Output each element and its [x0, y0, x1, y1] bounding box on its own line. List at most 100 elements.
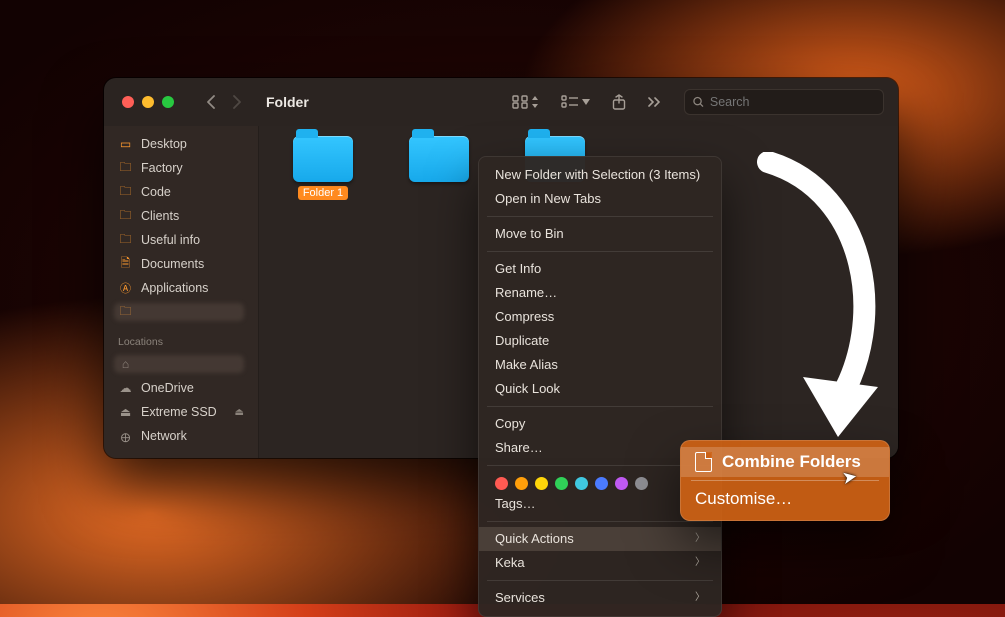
label: Quick Actions [495, 530, 574, 548]
tag-cyan[interactable] [575, 477, 588, 490]
close-button[interactable] [122, 96, 134, 108]
sidebar-section-locations: Locations [112, 336, 250, 352]
menu-quick-actions[interactable]: Quick Actions 〉 [479, 527, 721, 551]
sidebar-item-useful-info[interactable]: 🗀 Useful info [112, 228, 250, 252]
sidebar: ▭ Desktop 🗀 Factory 🗀 Code 🗀 Clients 🗀 Useful… [104, 126, 259, 458]
back-button[interactable] [206, 95, 215, 109]
menu-rename[interactable]: Rename… [479, 281, 721, 305]
menu-separator [691, 480, 879, 481]
sidebar-item-label: Applications [141, 281, 208, 295]
group-by-icon[interactable] [561, 95, 590, 109]
traffic-lights [122, 96, 174, 108]
menu-keka[interactable]: Keka 〉 [479, 551, 721, 575]
menu-compress[interactable]: Compress [479, 305, 721, 329]
document-icon: 🗎 [118, 254, 133, 275]
document-icon [695, 452, 712, 472]
sidebar-location-extreme-ssd[interactable]: ⏏ Extreme SSD ⏏ [112, 400, 250, 424]
label: Customise… [695, 489, 792, 509]
search-field[interactable] [684, 89, 884, 115]
menu-separator [487, 580, 713, 581]
tag-orange[interactable] [515, 477, 528, 490]
chevron-right-icon: 〉 [695, 554, 705, 572]
folder-icon: 🗀 [118, 182, 133, 203]
menu-new-folder-with-selection[interactable]: New Folder with Selection (3 Items) [479, 163, 721, 187]
tag-red[interactable] [495, 477, 508, 490]
folder-icon [409, 136, 469, 182]
folder-icon: 🗀 [118, 206, 133, 227]
tag-yellow[interactable] [535, 477, 548, 490]
drive-icon: ⏏ [118, 405, 133, 419]
laptop-icon: ⌂ [118, 357, 133, 371]
menu-move-to-bin[interactable]: Move to Bin [479, 222, 721, 246]
toolbar-icons [512, 94, 660, 110]
chevron-right-icon: 〉 [695, 530, 705, 548]
sidebar-item-label: Extreme SSD [141, 405, 217, 419]
sidebar-item-clients[interactable]: 🗀 Clients [112, 204, 250, 228]
folder-item[interactable]: Folder 1 [291, 136, 355, 200]
view-icon-grid[interactable] [512, 95, 539, 109]
submenu-customise[interactable]: Customise… [681, 484, 889, 514]
share-icon[interactable] [612, 94, 626, 110]
sidebar-item-label: Code [141, 185, 171, 199]
sidebar-item-factory[interactable]: 🗀 Factory [112, 156, 250, 180]
menu-separator [487, 406, 713, 407]
titlebar: Folder [104, 78, 898, 126]
desktop-icon: ▭ [118, 137, 133, 151]
sidebar-item-label: Desktop [141, 137, 187, 151]
sidebar-location-redacted[interactable]: ⌂ hidden [112, 352, 250, 376]
eject-icon[interactable]: ⏏ [235, 407, 244, 418]
sidebar-item-label: Factory [141, 161, 183, 175]
menu-open-in-new-tabs[interactable]: Open in New Tabs [479, 187, 721, 211]
menu-quick-look[interactable]: Quick Look [479, 377, 721, 401]
sidebar-item-label: OneDrive [141, 381, 194, 395]
overflow-icon[interactable] [648, 97, 660, 107]
sidebar-location-onedrive[interactable]: ☁ OneDrive [112, 376, 250, 400]
menu-services[interactable]: Services 〉 [479, 586, 721, 610]
sidebar-item-code[interactable]: 🗀 Code [112, 180, 250, 204]
submenu-combine-folders[interactable]: Combine Folders [681, 447, 889, 477]
tag-blue[interactable] [595, 477, 608, 490]
cloud-icon: ☁ [118, 381, 133, 395]
label: Combine Folders [722, 452, 861, 472]
menu-copy[interactable]: Copy [479, 412, 721, 436]
sidebar-location-network[interactable]: 🜨 Network [112, 424, 250, 448]
sidebar-item-redacted[interactable]: 🗀 hidden [112, 300, 250, 324]
search-icon [693, 96, 704, 108]
menu-make-alias[interactable]: Make Alias [479, 353, 721, 377]
minimize-button[interactable] [142, 96, 154, 108]
applications-icon: Ⓐ [118, 280, 133, 296]
sidebar-item-documents[interactable]: 🗎 Documents [112, 252, 250, 276]
search-input[interactable] [710, 95, 875, 109]
sidebar-item-label: hidden [141, 357, 179, 371]
sidebar-item-label: Network [141, 429, 187, 443]
menu-separator [487, 521, 713, 522]
quick-actions-submenu: Combine Folders Customise… [680, 440, 890, 521]
sidebar-item-label: hidden [141, 305, 179, 319]
menu-separator [487, 251, 713, 252]
tag-green[interactable] [555, 477, 568, 490]
folder-label: Folder 1 [298, 186, 348, 200]
menu-duplicate[interactable]: Duplicate [479, 329, 721, 353]
folder-icon [293, 136, 353, 182]
sidebar-item-desktop[interactable]: ▭ Desktop [112, 132, 250, 156]
sidebar-item-label: Documents [141, 257, 204, 271]
label: Keka [495, 554, 525, 572]
maximize-button[interactable] [162, 96, 174, 108]
sidebar-item-label: Useful info [141, 233, 200, 247]
network-icon: 🜨 [118, 424, 133, 449]
label: Services [495, 589, 545, 607]
tag-gray[interactable] [635, 477, 648, 490]
sidebar-item-label: Clients [141, 209, 179, 223]
menu-separator [487, 216, 713, 217]
folder-icon: 🗀 [118, 158, 133, 179]
sidebar-item-applications[interactable]: Ⓐ Applications [112, 276, 250, 300]
folder-icon: 🗀 [118, 230, 133, 251]
window-title: Folder [266, 94, 309, 110]
folder-icon: 🗀 [118, 302, 133, 323]
menu-get-info[interactable]: Get Info [479, 257, 721, 281]
chevron-right-icon: 〉 [695, 589, 705, 607]
forward-button[interactable] [233, 95, 242, 109]
folder-item[interactable] [407, 136, 471, 200]
tag-purple[interactable] [615, 477, 628, 490]
nav-arrows [206, 95, 242, 109]
